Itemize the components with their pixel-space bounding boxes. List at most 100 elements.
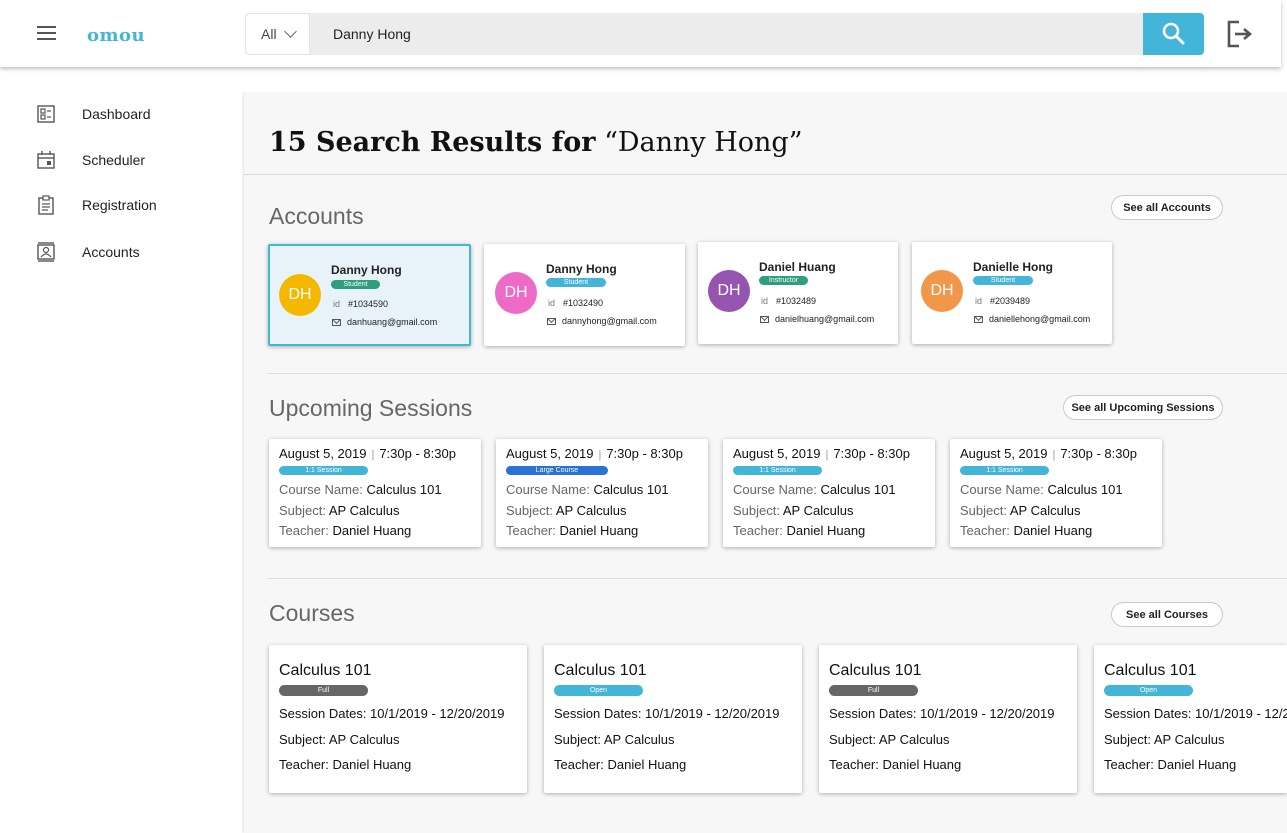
session-card[interactable]: August 5, 2019 | 7:30p - 8:30p 1:1 Session… — [723, 439, 935, 547]
session-datetime: August 5, 2019 | 7:30p - 8:30p — [960, 446, 1137, 461]
see-all-courses-button[interactable]: See all Courses — [1111, 602, 1223, 627]
see-all-sessions-button[interactable]: See all Upcoming Sessions — [1063, 395, 1223, 420]
avatar: DH — [495, 272, 537, 314]
course-name: Calculus 101 — [829, 662, 922, 679]
results-query: “Danny Hong” — [604, 127, 803, 158]
see-all-accounts-button[interactable]: See all Accounts — [1111, 195, 1223, 220]
role-badge: Instructor — [759, 276, 808, 285]
role-badge: Student — [546, 278, 606, 287]
sidebar-item-scheduler[interactable]: Scheduler — [36, 148, 145, 172]
account-name: Danny Hong — [546, 262, 617, 276]
course-teacher: Teacher: Daniel Huang — [279, 757, 412, 772]
page-title: 15 Search Results for “Danny Hong” — [269, 127, 803, 158]
course-dates: Session Dates: 10/1/2019 - 12/20/2019 — [1104, 706, 1287, 721]
account-email: dannyhong@gmail.com — [547, 316, 657, 326]
calendar-icon — [37, 151, 55, 169]
session-course: Course Name: Calculus 101 — [279, 482, 442, 497]
course-name: Calculus 101 — [279, 662, 372, 679]
course-dates: Session Dates: 10/1/2019 - 12/20/2019 — [279, 706, 505, 721]
account-id: id #2039489 — [975, 296, 1031, 306]
mail-icon — [974, 315, 983, 323]
hamburger-menu-icon[interactable] — [37, 26, 56, 40]
course-card[interactable]: Calculus 101 Open Session Dates: 10/1/20… — [544, 645, 802, 793]
session-teacher: Teacher: Daniel Huang — [960, 523, 1093, 538]
course-teacher: Teacher: Daniel Huang — [829, 757, 962, 772]
course-dates: Session Dates: 10/1/2019 - 12/20/2019 — [829, 706, 1055, 721]
session-datetime: August 5, 2019 | 7:30p - 8:30p — [506, 446, 683, 461]
divider — [268, 373, 1287, 374]
session-teacher: Teacher: Daniel Huang — [279, 523, 412, 538]
course-teacher: Teacher: Daniel Huang — [554, 757, 687, 772]
account-card[interactable]: DH Danny Hong Student id #1032490 dannyho… — [484, 244, 685, 346]
logout-icon[interactable] — [1225, 19, 1253, 49]
mail-icon — [332, 318, 341, 326]
session-subject: Subject: AP Calculus — [733, 503, 854, 518]
search-bar: All — [245, 13, 1204, 55]
session-card[interactable]: August 5, 2019 | 7:30p - 8:30p Large Cours… — [496, 439, 708, 547]
session-teacher: Teacher: Daniel Huang — [506, 523, 639, 538]
course-subject: Subject: AP Calculus — [829, 732, 950, 747]
sidebar-item-label: Accounts — [82, 244, 140, 260]
account-email: daniellehong@gmail.com — [974, 314, 1090, 324]
account-card[interactable]: DH Danielle Hong Student id #2039489 dani… — [912, 242, 1112, 344]
account-email: danhuang@gmail.com — [332, 317, 437, 327]
course-card[interactable]: Calculus 101 Full Session Dates: 10/1/20… — [269, 645, 527, 793]
account-name: Danny Hong — [331, 263, 402, 277]
avatar: DH — [921, 270, 963, 312]
session-teacher: Teacher: Daniel Huang — [733, 523, 866, 538]
account-card[interactable]: DH Danny Hong Student id #1034590 danhuan… — [268, 244, 471, 346]
course-card[interactable]: Calculus 101 Full Session Dates: 10/1/20… — [819, 645, 1077, 793]
sidebar-item-label: Scheduler — [82, 152, 146, 168]
search-button[interactable] — [1143, 13, 1204, 55]
session-subject: Subject: AP Calculus — [279, 503, 400, 518]
account-name: Danielle Hong — [973, 260, 1054, 274]
top-bar: omou All — [0, 0, 1281, 67]
session-card[interactable]: August 5, 2019 | 7:30p - 8:30p 1:1 Session… — [950, 439, 1162, 547]
session-type-badge: Large Course — [506, 466, 608, 475]
session-subject: Subject: AP Calculus — [506, 503, 627, 518]
course-status-badge: Open — [554, 685, 643, 696]
account-id: id #1032489 — [761, 296, 817, 306]
course-status-badge: Full — [279, 685, 368, 696]
role-badge: Student — [973, 276, 1033, 285]
course-status-badge: Full — [829, 685, 918, 696]
session-card[interactable]: August 5, 2019 | 7:30p - 8:30p 1:1 Session… — [269, 439, 481, 547]
course-dates: Session Dates: 10/1/2019 - 12/20/2019 — [554, 706, 780, 721]
session-type-badge: 1:1 Session — [960, 466, 1049, 475]
sidebar-item-label: Registration — [82, 197, 157, 213]
sidebar-item-accounts[interactable]: Accounts — [36, 240, 140, 264]
session-subject: Subject: AP Calculus — [960, 503, 1081, 518]
accounts-icon — [37, 242, 55, 262]
sidebar: Dashboard Scheduler Registration Account… — [0, 67, 243, 832]
sidebar-item-registration[interactable]: Registration — [36, 193, 157, 217]
session-course: Course Name: Calculus 101 — [960, 482, 1123, 497]
sessions-section-title: Upcoming Sessions — [269, 395, 473, 421]
session-course: Course Name: Calculus 101 — [733, 482, 896, 497]
course-name: Calculus 101 — [1104, 662, 1197, 679]
course-subject: Subject: AP Calculus — [279, 732, 400, 747]
search-icon — [1162, 22, 1185, 45]
search-filter-label: All — [261, 26, 277, 42]
course-status-badge: Open — [1104, 685, 1193, 696]
search-input[interactable] — [333, 13, 1133, 55]
search-filter-select[interactable]: All — [245, 13, 310, 55]
session-datetime: August 5, 2019 | 7:30p - 8:30p — [279, 446, 456, 461]
account-email: danielhuang@gmail.com — [760, 314, 874, 324]
course-subject: Subject: AP Calculus — [1104, 732, 1225, 747]
mail-icon — [760, 315, 769, 323]
dashboard-icon — [37, 105, 55, 123]
accounts-section-title: Accounts — [269, 203, 364, 229]
avatar: DH — [708, 270, 750, 312]
course-name: Calculus 101 — [554, 662, 647, 679]
account-id: id #1034590 — [333, 299, 389, 309]
account-card[interactable]: DH Daniel Huang Instructor id #1032489 da… — [698, 242, 898, 344]
account-id: id #1032490 — [548, 298, 604, 308]
course-teacher: Teacher: Daniel Huang — [1104, 757, 1237, 772]
chevron-down-icon — [283, 25, 297, 38]
course-subject: Subject: AP Calculus — [554, 732, 675, 747]
avatar: DH — [279, 274, 321, 316]
course-card[interactable]: Calculus 101 Open Session Dates: 10/1/20… — [1094, 645, 1287, 793]
app-logo[interactable]: omou — [87, 25, 145, 46]
sidebar-item-dashboard[interactable]: Dashboard — [36, 102, 151, 126]
divider — [244, 174, 1287, 175]
